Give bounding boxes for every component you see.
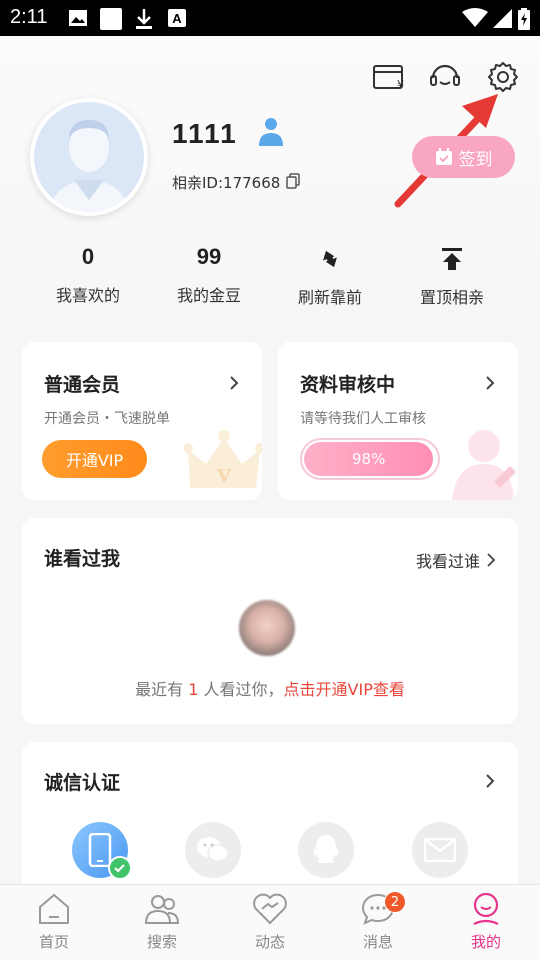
viewers-title: 谁看过我 bbox=[44, 548, 121, 570]
gallery-icon bbox=[69, 10, 87, 26]
profile-review-card[interactable]: 资料审核中 请等待我们人工审核 98% bbox=[278, 342, 518, 500]
mail-icon bbox=[424, 838, 456, 862]
stat-favorites[interactable]: 0 我喜欢的 bbox=[28, 244, 148, 306]
bottom-navigation: 首页 搜索 动态 2 消息 我的 bbox=[0, 884, 540, 960]
verification-title: 诚信认证 bbox=[44, 772, 121, 794]
review-subtitle: 请等待我们人工审核 bbox=[300, 411, 426, 427]
default-avatar-icon bbox=[49, 120, 129, 212]
stat-gold-beans[interactable]: 99 我的金豆 bbox=[149, 244, 269, 306]
open-vip-button[interactable]: 开通VIP bbox=[42, 440, 147, 478]
qq-icon bbox=[313, 835, 339, 863]
nav-me[interactable]: 我的 bbox=[446, 891, 526, 952]
status-time: 2:11 bbox=[10, 6, 48, 28]
nav-messages-label: 消息 bbox=[362, 933, 393, 951]
wifi-icon bbox=[462, 8, 488, 27]
refresh-icon bbox=[323, 250, 337, 268]
review-title: 资料审核中 bbox=[300, 374, 396, 396]
stat-refresh[interactable]: 刷新靠前 bbox=[270, 244, 390, 308]
user-id: 相亲ID:177668 bbox=[172, 174, 281, 192]
email-verification[interactable] bbox=[412, 822, 468, 878]
gender-male-icon bbox=[259, 118, 283, 146]
vip-crown-icon: v bbox=[184, 430, 262, 489]
membership-card[interactable]: 普通会员 开通会员・飞速脱单 开通VIP v bbox=[22, 342, 262, 500]
viewers-count: 1 bbox=[188, 680, 199, 699]
stat-favorites-label: 我喜欢的 bbox=[55, 286, 120, 305]
review-progress-bar: 98% bbox=[300, 438, 440, 480]
qq-verification[interactable] bbox=[298, 822, 354, 878]
stat-pin-top[interactable]: 置顶相亲 bbox=[392, 244, 512, 308]
checkin-label: 签到 bbox=[458, 149, 493, 170]
review-progress-fill: 98% bbox=[304, 442, 434, 476]
battery-icon bbox=[518, 8, 530, 30]
nav-me-label: 我的 bbox=[470, 933, 501, 951]
open-vip-view-link[interactable]: 点击开通VIP查看 bbox=[284, 680, 405, 699]
calendar-icon bbox=[435, 148, 452, 165]
viewers-summary: 最近有 1 人看过你，点击开通VIP查看 bbox=[22, 676, 518, 700]
chevron-right-icon bbox=[230, 376, 239, 390]
svg-text:A: A bbox=[172, 11, 182, 26]
home-icon bbox=[39, 894, 69, 924]
download-icon bbox=[136, 9, 152, 29]
svg-text:v: v bbox=[217, 458, 231, 489]
membership-subtitle: 开通会员・飞速脱单 bbox=[44, 411, 170, 427]
i-viewed-link[interactable]: 我看过谁 bbox=[416, 548, 496, 572]
notification-square-icon bbox=[100, 8, 122, 30]
checkin-button[interactable]: 签到 bbox=[412, 136, 515, 178]
signal-icon bbox=[493, 9, 512, 28]
reviewer-silhouette-icon bbox=[452, 430, 516, 500]
wechat-verification[interactable] bbox=[185, 822, 241, 878]
heart-handshake-icon bbox=[253, 893, 287, 925]
viewers-text-prefix: 最近有 bbox=[135, 680, 184, 699]
verification-card: 诚信认证 bbox=[22, 742, 518, 902]
blurred-viewer-avatar[interactable] bbox=[239, 600, 295, 656]
nav-home-label: 首页 bbox=[38, 933, 69, 951]
viewers-card: 谁看过我 我看过谁 最近有 1 人看过你，点击开通VIP查看 bbox=[22, 518, 518, 724]
nav-search-label: 搜索 bbox=[146, 933, 177, 951]
stat-refresh-label: 刷新靠前 bbox=[297, 288, 362, 307]
status-bar: 2:11 A bbox=[0, 0, 540, 36]
people-search-icon bbox=[144, 895, 180, 924]
font-a-icon: A bbox=[168, 9, 186, 27]
messages-badge: 2 bbox=[384, 891, 406, 913]
stat-favorites-value: 0 bbox=[81, 244, 95, 269]
profile-avatar[interactable] bbox=[30, 98, 148, 216]
pin-top-icon bbox=[442, 248, 462, 270]
username: 1111 bbox=[172, 118, 238, 149]
profile-face-icon bbox=[473, 892, 499, 925]
membership-title: 普通会员 bbox=[44, 374, 121, 396]
wechat-icon bbox=[197, 837, 229, 862]
nav-search[interactable]: 搜索 bbox=[122, 891, 202, 952]
stat-gold-beans-label: 我的金豆 bbox=[176, 286, 241, 305]
nav-messages[interactable]: 2 消息 bbox=[338, 891, 418, 952]
chevron-right-icon bbox=[487, 553, 496, 567]
chevron-right-icon[interactable] bbox=[484, 773, 496, 789]
nav-moments[interactable]: 动态 bbox=[230, 891, 310, 952]
viewers-text-middle: 人看过你， bbox=[203, 680, 284, 699]
i-viewed-label: 我看过谁 bbox=[415, 552, 480, 571]
nav-moments-label: 动态 bbox=[254, 933, 285, 951]
stat-pin-top-label: 置顶相亲 bbox=[419, 288, 484, 307]
copy-icon[interactable] bbox=[286, 173, 300, 189]
chevron-right-icon bbox=[486, 376, 495, 390]
nav-home[interactable]: 首页 bbox=[14, 891, 94, 952]
verified-check-icon bbox=[108, 856, 132, 880]
stat-gold-beans-value: 99 bbox=[196, 244, 222, 269]
review-progress-text: 98% bbox=[352, 450, 386, 468]
